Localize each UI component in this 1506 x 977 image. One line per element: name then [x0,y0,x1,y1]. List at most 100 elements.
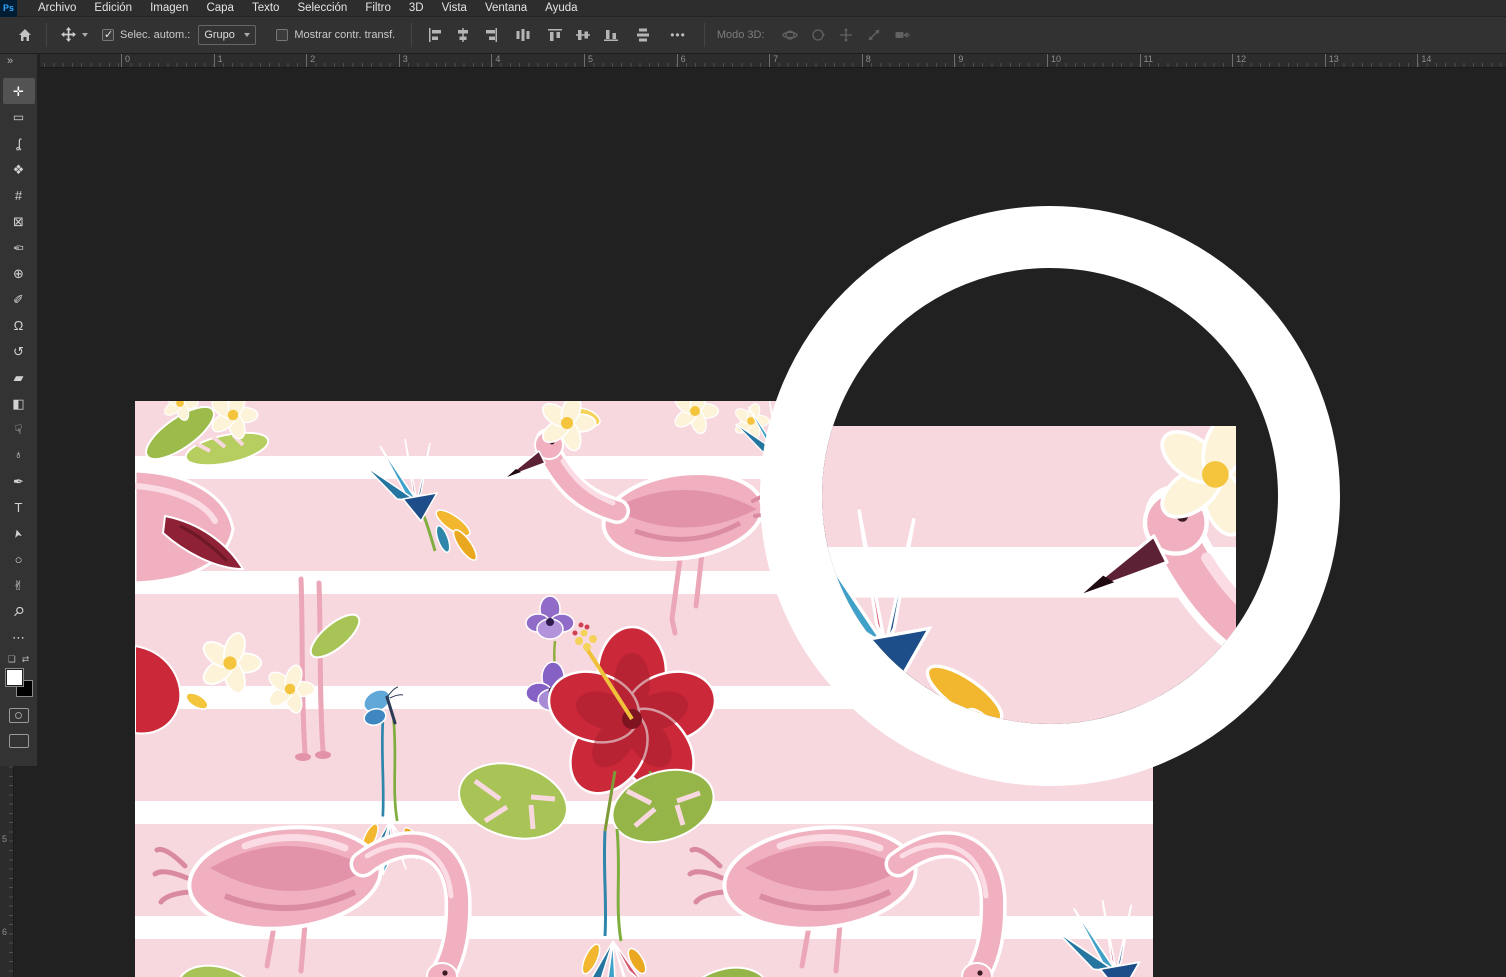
marquee-tool[interactable]: ▭ [3,104,35,130]
smudge-tool[interactable]: ☟ [3,416,35,442]
distribute-vertical-button[interactable] [634,26,652,44]
menu-item[interactable]: 3D [400,0,433,17]
align-left-edges-button[interactable] [426,26,444,44]
ruler-unit: 5 [2,834,7,844]
quick-mask-icon [15,712,22,719]
horizontal-ruler[interactable]: 01234567891011121314 [40,54,1506,68]
collapse-tools-button[interactable]: » [0,54,37,70]
ruler-unit: 3 [399,54,492,67]
foreground-color-swatch[interactable] [6,669,23,686]
home-button[interactable] [12,21,38,49]
align-horizontal-centers-button[interactable] [454,26,472,44]
menu-item[interactable]: Selección [288,0,356,17]
tools-panel: » ✛▭ʆ❖#⊠✑⊕✐Ω↺▰◧☟♀✒T➤○✌⚲⋯ ❏ ⇄ [0,54,38,766]
3d-zoom-camera-button[interactable] [893,26,911,44]
photoshop-window: Ps ArchivoEdiciónImagenCapaTextoSelecció… [0,0,1506,977]
path-selection-tool[interactable]: ➤ [3,520,35,546]
lasso-tool[interactable]: ʆ [3,130,35,156]
healing-brush-tool[interactable]: ⊕ [3,260,35,286]
history-brush-tool[interactable]: ↺ [3,338,35,364]
mode-3d-label: Modo 3D: [717,29,765,41]
menu-item[interactable]: Filtro [356,0,400,17]
ruler-unit: 1 [214,54,307,67]
eraser-tool[interactable]: ▰ [3,364,35,390]
separator [411,23,412,47]
brush-tool[interactable]: ✐ [3,286,35,312]
ruler-unit: 5 [584,54,677,67]
show-transform-checkbox[interactable] [276,29,288,41]
ruler-unit: 14 [1417,54,1506,67]
ruler-unit: 4 [491,54,584,67]
auto-select-target-dropdown[interactable]: Grupo [198,25,256,45]
ruler-unit: 10 [1047,54,1140,67]
home-icon [17,27,33,43]
screen-mode-button[interactable] [9,734,29,748]
type-tool[interactable]: T [3,494,35,520]
align-bottom-edges-button[interactable] [602,26,620,44]
clone-stamp-tool[interactable]: Ω [3,312,35,338]
3d-pan-button[interactable] [837,26,855,44]
align-top-edges-button[interactable] [546,26,564,44]
frame-tool[interactable]: ⊠ [3,208,35,234]
loupe-magnified-view [822,268,1340,786]
ruler-unit: 0 [121,54,214,67]
canvas-workspace[interactable] [14,68,1506,977]
tool-preset-picker[interactable] [55,26,92,44]
menu-bar: Ps ArchivoEdiciónImagenCapaTextoSelecció… [0,0,1506,17]
align-right-edges-button[interactable] [482,26,500,44]
3d-orbit-button[interactable] [781,26,799,44]
chevron-down-icon [244,33,250,37]
tools-extras: ❏ ⇄ [4,654,34,748]
eyedropper-tool[interactable]: ✑ [3,234,35,260]
move-tool-icon [59,26,77,44]
menu-item[interactable]: Vista [433,0,476,17]
menu-item[interactable]: Ayuda [536,0,586,17]
separator [46,23,47,47]
chevron-down-icon [82,33,88,37]
ruler-unit: 9 [954,54,1047,67]
mode-3d-buttons [781,26,911,44]
ruler-unit: 6 [2,927,7,937]
menu-item[interactable]: Texto [243,0,289,17]
crop-tool[interactable]: # [3,182,35,208]
hand-tool[interactable]: ✌ [3,572,35,598]
color-swatches [4,668,34,698]
menu-item[interactable]: Capa [197,0,243,17]
ruler-unit: 2 [306,54,399,67]
ruler-unit: 7 [769,54,862,67]
ruler-unit: 13 [1325,54,1418,67]
menu-item[interactable]: Ventana [476,0,536,17]
separator [704,23,705,47]
ruler-unit: 11 [1140,54,1233,67]
more-align-options-button[interactable]: ••• [670,28,686,42]
pen-tool[interactable]: ✒ [3,468,35,494]
menu-item[interactable]: Imagen [141,0,197,17]
auto-select-target-value: Grupo [204,29,235,41]
zoom-tool[interactable]: ⚲ [3,598,35,624]
3d-slide-button[interactable] [865,26,883,44]
default-colors-icon[interactable]: ❏ [8,654,16,665]
main-menu: ArchivoEdiciónImagenCapaTextoSelecciónFi… [29,0,587,16]
gradient-tool[interactable]: ◧ [3,390,35,416]
object-selection-tool[interactable]: ❖ [3,156,35,182]
swap-colors-icon[interactable]: ⇄ [22,654,30,665]
align-buttons [426,26,500,44]
auto-select-checkbox[interactable] [102,29,114,41]
distribute-horizontal-button[interactable] [514,26,532,44]
menu-item[interactable]: Edición [85,0,141,17]
align-vertical-centers-button[interactable] [574,26,592,44]
edit-toolbar-button[interactable]: ⋯ [3,624,35,650]
loupe-zoom-layer[interactable] [760,206,1340,786]
options-bar: Selec. autom.: Grupo Mostrar contr. tran… [0,17,1506,54]
menu-item[interactable]: Archivo [29,0,85,17]
move-tool[interactable]: ✛ [3,78,35,104]
ruler-unit: 6 [677,54,770,67]
quick-mask-button[interactable] [9,708,29,723]
dodge-tool[interactable]: ♀ [3,442,35,468]
app-logo: Ps [0,0,17,17]
shape-tool[interactable]: ○ [3,546,35,572]
3d-roll-button[interactable] [809,26,827,44]
auto-select-label: Selec. autom.: [120,29,190,41]
align-buttons-vertical [546,26,620,44]
ruler-unit: 12 [1232,54,1325,67]
